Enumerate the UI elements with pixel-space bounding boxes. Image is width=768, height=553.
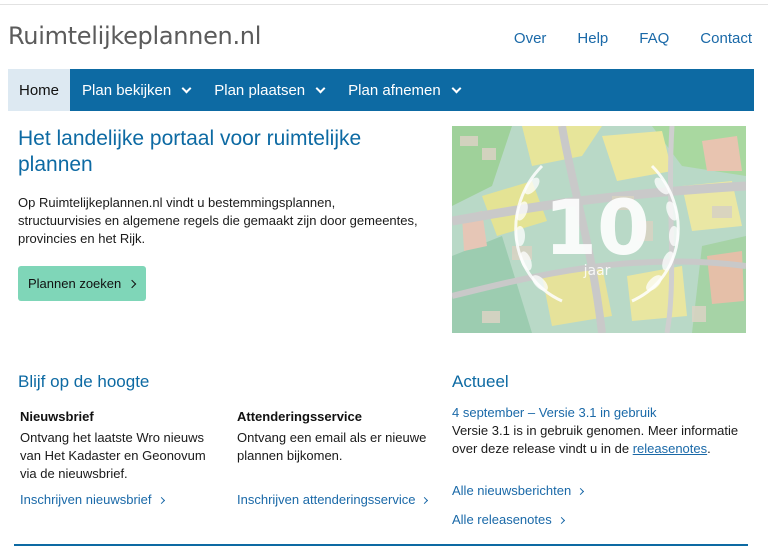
news-item-title-link[interactable]: 4 september – Versie 3.1 in gebruik: [452, 405, 657, 420]
site-logo[interactable]: Ruimtelijkeplannen.nl: [8, 22, 261, 50]
chevron-right-icon: [577, 487, 585, 496]
page-title: Het landelijke portaal voor ruimtelijke …: [18, 127, 362, 176]
chevron-down-icon: [315, 83, 326, 93]
chevron-right-icon: [157, 496, 165, 505]
anniversary-number: 10: [544, 183, 650, 272]
link-faq[interactable]: FAQ: [639, 30, 669, 47]
all-news-link[interactable]: Alle nieuwsberichten: [452, 483, 585, 498]
chevron-right-icon: [557, 516, 565, 525]
chevron-right-icon: [128, 279, 137, 288]
news-item-text: Versie 3.1 is in gebruik genomen. Meer i…: [452, 423, 739, 456]
stay-updated-heading: Blijf op de hoogte: [18, 372, 150, 391]
subscribe-newsletter-label: Inschrijven nieuwsbrief: [20, 492, 152, 507]
nav-plan-plaatsen-label: Plan plaatsen: [214, 81, 306, 99]
nav-home[interactable]: Home: [8, 69, 71, 111]
news-heading: Actueel: [452, 372, 509, 391]
newsletter-text: Ontvang het laatste Wro nieuws van Het K…: [20, 430, 206, 481]
releasenotes-link[interactable]: releasenotes: [633, 441, 707, 456]
subscribe-newsletter-link[interactable]: Inschrijven nieuwsbrief: [20, 492, 165, 507]
alert-service-title: Attenderingsservice: [237, 409, 362, 424]
nav-plan-bekijken[interactable]: Plan bekijken: [70, 69, 202, 111]
chevron-down-icon: [181, 83, 192, 93]
all-news-label: Alle nieuwsberichten: [452, 483, 572, 498]
link-over[interactable]: Over: [514, 30, 547, 47]
nav-plan-afnemen[interactable]: Plan afnemen: [336, 69, 472, 111]
nav-plan-afnemen-label: Plan afnemen: [348, 81, 441, 99]
alert-service-text: Ontvang een email als er nieuwe plannen …: [237, 430, 427, 463]
search-plans-label: Plannen zoeken: [28, 276, 122, 291]
nav-plan-plaatsen[interactable]: Plan plaatsen: [202, 69, 336, 111]
anniversary-unit: jaar: [583, 263, 611, 279]
link-contact[interactable]: Contact: [700, 30, 752, 47]
top-links: Over Help FAQ Contact: [483, 30, 752, 47]
chevron-down-icon: [451, 83, 462, 93]
search-plans-button[interactable]: Plannen zoeken: [18, 266, 146, 301]
newsletter-title: Nieuwsbrief: [20, 409, 94, 424]
link-help[interactable]: Help: [577, 30, 608, 47]
hero-map-image: 10 jaar: [452, 126, 746, 333]
chevron-right-icon: [421, 496, 429, 505]
footer-divider: [14, 544, 748, 546]
top-border: [0, 0, 768, 5]
hero-description: Op Ruimtelijkeplannen.nl vindt u bestemm…: [18, 195, 418, 246]
subscribe-alert-label: Inschrijven attenderingsservice: [237, 492, 416, 507]
nav-plan-bekijken-label: Plan bekijken: [82, 81, 172, 99]
nav-home-label: Home: [19, 81, 60, 99]
all-releases-link[interactable]: Alle releasenotes: [452, 512, 565, 527]
subscribe-alert-link[interactable]: Inschrijven attenderingsservice: [237, 492, 429, 507]
all-releases-label: Alle releasenotes: [452, 512, 552, 527]
main-navigation: Home Plan bekijken Plan plaatsen Plan af…: [8, 69, 754, 111]
